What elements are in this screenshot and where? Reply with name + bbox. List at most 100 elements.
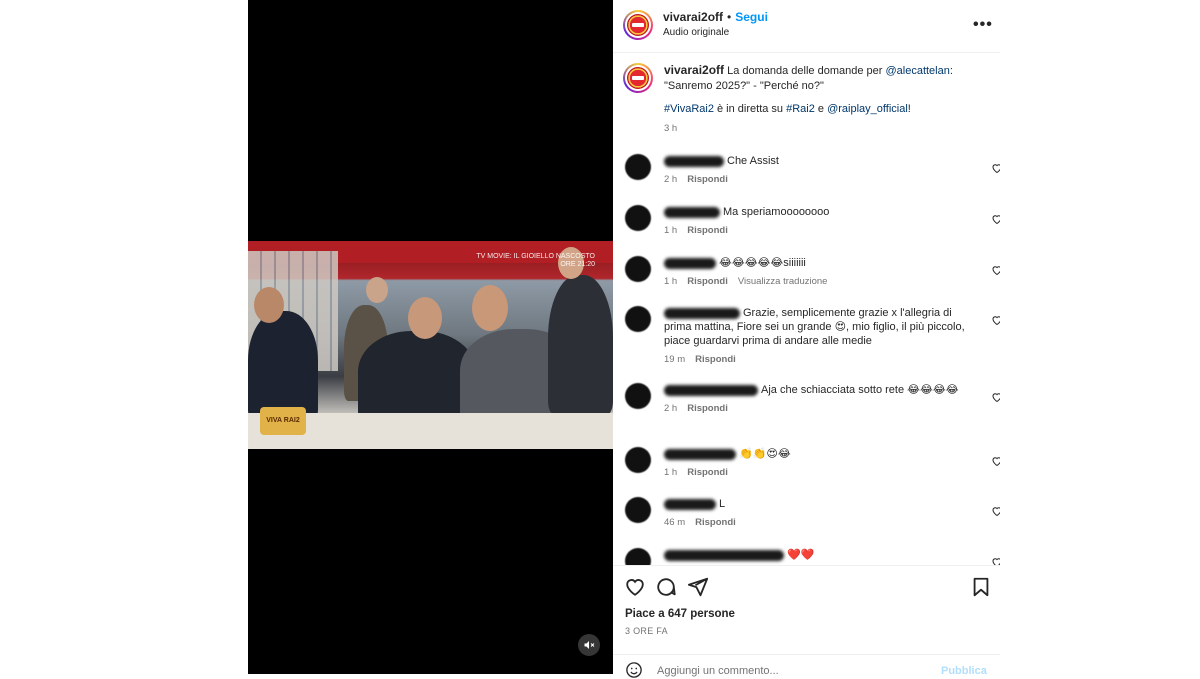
video-overlay-line1: TV MOVIE: IL GIOIELLO NASCOSTO [476,253,595,260]
add-comment-bar: Aggiungi un commento... Pubblica [613,654,1000,678]
video-player[interactable]: TV MOVIE: IL GIOIELLO NASCOSTO ORE 21:20… [248,0,613,674]
avatar[interactable] [625,154,651,180]
comment-username[interactable] [664,498,716,510]
caption-text-part: è in diretta su [713,103,787,115]
mention-link[interactable]: @raiplay_official [827,103,908,115]
comment-body: L 46 m Rispondi [664,497,969,530]
video-overlay-text: TV MOVIE: IL GIOIELLO NASCOSTO ORE 21:20 [476,253,595,269]
avatar[interactable] [625,383,651,409]
like-heart-icon[interactable] [624,576,646,598]
comment-body: Ma speriamoooooooo 1 h Rispondi [664,205,969,238]
reply-button[interactable]: Rispondi [695,517,736,528]
avatar[interactable] [625,548,651,565]
video-person [548,275,613,415]
comment-username[interactable] [664,206,720,218]
video-head [408,297,442,339]
video-sticker: VIVA RAI2 [260,407,306,435]
add-comment-input[interactable]: Aggiungi un commento... [657,665,779,677]
avatar[interactable] [625,497,651,523]
reply-button[interactable]: Rispondi [695,354,736,365]
caption-username[interactable]: vivarai2off [664,63,724,77]
comment-username[interactable] [664,448,736,460]
video-frame[interactable]: TV MOVIE: IL GIOIELLO NASCOSTO ORE 21:20… [248,241,613,449]
hashtag-link[interactable]: #VivaRai2 [664,103,714,115]
comment-text: Che Assist [727,155,779,167]
post-actions: Piace a 647 persone 3 ORE FA [613,565,1000,654]
comment-meta: 2 h Rispondi [664,402,969,416]
comment-time: 2 h [664,403,678,414]
video-head [472,285,508,331]
comment-username[interactable] [664,257,716,269]
vivarai2-logo-icon [627,67,649,89]
comment-meta: 1 h Rispondi [664,466,969,480]
comment-text: 😂😂😂😂😂siiiiiii [719,257,806,269]
heart-icon[interactable] [991,264,1000,276]
post-timestamp: 3 ORE FA [625,626,668,636]
publish-button[interactable]: Pubblica [941,665,987,677]
comments-list[interactable]: vivarai2off La domanda delle domande per… [613,53,1000,565]
reply-button[interactable]: Rispondi [687,467,728,478]
mention-link[interactable]: @alecattelan [885,65,949,77]
hashtag-link[interactable]: #Rai2 [786,103,815,115]
video-person [358,331,476,421]
reply-button[interactable]: Rispondi [687,174,728,185]
bookmark-icon[interactable] [970,576,992,598]
avatar[interactable] [623,10,653,40]
reply-button[interactable]: Rispondi [687,225,728,236]
more-options-icon[interactable]: ••• [973,16,993,34]
comment-time: 2 h [664,174,678,185]
caption-text-part: ! [907,103,911,115]
follow-button[interactable]: Segui [735,10,768,24]
avatar[interactable] [625,256,651,282]
translate-link[interactable]: Visualizza traduzione [738,276,828,287]
video-head [254,287,284,323]
caption-time: 3 h [664,123,678,134]
comment-body: Aja che schiacciata sotto rete 😂😂😂😂 2 h R… [664,383,969,416]
comment-text: Aja che schiacciata sotto rete 😂😂😂😂 [761,384,959,396]
comment-body: Grazie, semplicemente grazie x l'allegri… [664,306,969,367]
comment-username[interactable] [664,155,724,167]
likes-count[interactable]: Piace a 647 persone [625,608,735,620]
header-username[interactable]: vivarai2off [663,10,723,24]
heart-icon[interactable] [991,556,1000,565]
comment-icon[interactable] [655,576,677,598]
comment-text: Ma speriamoooooooo [723,206,830,218]
avatar[interactable] [625,205,651,231]
mute-button[interactable] [578,634,600,656]
avatar[interactable] [623,63,653,93]
comment-text: ❤️❤️ [787,549,815,561]
heart-icon[interactable] [991,391,1000,403]
emoji-smile-icon[interactable] [625,661,643,679]
comment-meta: 46 m Rispondi [664,516,969,530]
header-user-line: vivarai2off • Segui [663,10,768,24]
audio-link[interactable]: Audio originale [663,27,729,38]
video-person [248,311,318,421]
caption-text: vivarai2off La domanda delle domande per… [664,63,984,136]
comment-meta: 2 h Rispondi [664,173,969,187]
comment-body: 😂😂😂😂😂siiiiiii 1 h Rispondi Visualizza trad… [664,256,969,289]
comment-body: 👏👏😍😂 1 h Rispondi [664,447,969,480]
heart-icon[interactable] [991,505,1000,517]
comment-username[interactable] [664,549,784,561]
comment-time: 1 h [664,467,678,478]
comment-meta: 1 h Rispondi [664,224,969,238]
video-overlay-line2: ORE 21:20 [560,261,595,268]
reply-button[interactable]: Rispondi [687,276,728,287]
share-icon[interactable] [687,576,709,598]
avatar[interactable] [625,447,651,473]
heart-icon[interactable] [991,213,1000,225]
reply-button[interactable]: Rispondi [687,403,728,414]
caption-text-part: e [814,103,828,115]
video-head [366,277,388,303]
comment-username[interactable] [664,307,740,319]
comment-username[interactable] [664,384,758,396]
comment-text: 👏👏😍😂 [739,448,791,460]
comment-body: Che Assist 2 h Rispondi [664,154,969,187]
vivarai2-logo-icon [627,14,649,36]
avatar[interactable] [625,306,651,332]
heart-icon[interactable] [991,162,1000,174]
heart-icon[interactable] [991,455,1000,467]
comment-time: 1 h [664,276,678,287]
heart-icon[interactable] [991,314,1000,326]
comment-body: ❤️❤️ [664,548,969,562]
